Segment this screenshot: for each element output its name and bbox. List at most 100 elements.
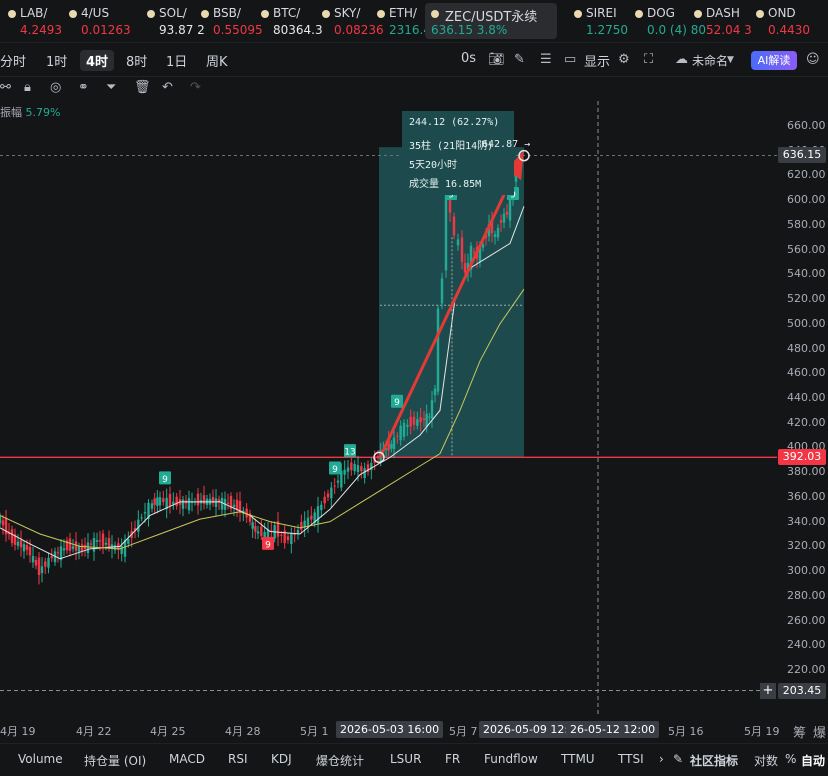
fullscreen-icon[interactable]: ⛶ [644, 52, 653, 67]
coin-icon [377, 10, 385, 18]
indicator-fundflow[interactable]: Fundflow [484, 752, 538, 766]
candle-body [251, 522, 254, 529]
td-count-label: 9 [265, 540, 271, 550]
ticker-item[interactable]: DASH 52.04 3 [694, 3, 752, 39]
auto-scale-toggle[interactable]: 自动 [801, 752, 825, 769]
settings-sliders-icon[interactable]: ☰ [540, 52, 552, 67]
timeframe-tick[interactable]: 分时 [0, 51, 26, 70]
filter-icon[interactable]: ⏷ [106, 80, 116, 95]
candle-body [37, 557, 41, 576]
indicator-macd[interactable]: MACD [169, 752, 205, 766]
candle-body [62, 548, 66, 551]
indicator-volume[interactable]: Volume [18, 752, 63, 766]
indicator-kdj[interactable]: KDJ [271, 752, 292, 766]
timeframe-8h[interactable]: 8时 [126, 51, 147, 70]
y-tick: 440.00 [787, 391, 826, 404]
candle-body [127, 538, 130, 544]
price-axis[interactable]: 660.00640.00620.00600.00580.00560.00540.… [777, 101, 828, 715]
candle-body [472, 251, 476, 253]
trash-icon[interactable]: 🗑︎ [134, 80, 151, 95]
lock-icon[interactable]: 🔒︎ [24, 80, 31, 95]
candle-body [306, 517, 310, 526]
ticker-item[interactable]: BSB/0.55095 [201, 3, 263, 39]
redo-icon[interactable]: ↷ [190, 80, 201, 95]
ai-analysis-button[interactable]: AI解读 [751, 51, 797, 70]
candle-body [452, 216, 456, 236]
candle-body [143, 512, 147, 514]
monitor-icon[interactable]: ▭ [564, 52, 576, 67]
candle-body [226, 502, 230, 504]
y-tick: 560.00 [787, 242, 826, 256]
y-tick: 660.00 [787, 119, 826, 132]
cloud-icon[interactable]: ☁ [675, 52, 688, 67]
layout-name-dropdown[interactable]: 未命名 [692, 52, 728, 69]
ticker-symbol: SIREI [586, 6, 617, 20]
candle-body [300, 521, 303, 530]
candle-body [80, 544, 84, 551]
y-tick: 540.00 [787, 267, 826, 281]
ticker-item[interactable]: LAB/4.2493 [8, 3, 66, 39]
camera-icon[interactable]: 📷︎ [488, 52, 505, 67]
y-tick: 500.00 [787, 316, 826, 330]
ticker-item[interactable]: ZEC/USDT永续 636.15 3.8% [425, 3, 557, 39]
y-tick: 240.00 [787, 638, 826, 652]
community-indicators-button[interactable]: 社区指标 [690, 752, 738, 769]
y-tick: 340.00 [787, 514, 826, 528]
pencil-icon[interactable]: ✎ [514, 52, 525, 67]
ticker-item[interactable]: SKY/0.08236 [322, 3, 384, 39]
coin-icon [69, 10, 77, 18]
eye-icon[interactable]: ◎ [50, 80, 61, 95]
x-tick: 5月 1 [300, 725, 329, 738]
candle-body [360, 466, 363, 472]
ticker-item[interactable]: SIREI 1.2750 [574, 3, 630, 39]
ticker-item[interactable]: DOG 0.0 (4) 80 [635, 3, 706, 39]
indicator-oi[interactable]: 持仓量 (OI) [84, 752, 146, 769]
candle-body [101, 533, 105, 547]
account-icon[interactable]: ☺ [806, 52, 820, 67]
chips-tab[interactable]: 筹 [793, 722, 806, 741]
indicator-ttmu[interactable]: TTMU [561, 752, 595, 766]
candle-body [350, 462, 353, 471]
ticker-item[interactable]: SOL/93.87 2 [147, 3, 205, 39]
td-count-label: 9 [394, 398, 400, 408]
indicator-ttsi[interactable]: TTSI [618, 752, 644, 766]
candle-body [330, 487, 333, 499]
chevron-down-icon[interactable]: ▼ [727, 55, 734, 65]
timeframe-1h[interactable]: 1时 [46, 51, 67, 70]
gear-icon[interactable]: ⚙ [618, 52, 630, 67]
ticker-item[interactable]: BTC/80364.3 [261, 3, 323, 39]
undo-icon[interactable]: ↶ [162, 80, 173, 95]
candle-body [419, 417, 422, 423]
indicator-lsur[interactable]: LSUR [390, 752, 421, 766]
liquidation-tab[interactable]: 爆 [813, 722, 826, 741]
candle-body [98, 540, 102, 542]
edit-icon[interactable]: ✎ [673, 752, 683, 766]
ticker-item[interactable]: ETH/2316.48 [377, 3, 439, 39]
chevron-right-icon[interactable]: › [659, 752, 664, 766]
ticker-item[interactable]: 4/US 0.01263 [69, 3, 143, 39]
candle-body [496, 228, 500, 238]
time-axis[interactable]: 4月 19 4月 22 4月 25 4月 28 5月 1 2026-05-03 … [0, 717, 826, 743]
percent-scale-toggle[interactable]: % [785, 752, 796, 766]
ticker-item[interactable]: OND 0.4430 [756, 3, 816, 39]
candle-body [356, 465, 360, 472]
indicator-rsi[interactable]: RSI [228, 752, 248, 766]
timeframe-4h[interactable]: 4时 [80, 50, 115, 71]
ticker-price: 0.55095 [213, 23, 263, 37]
candlestick-chart[interactable]: 9991399 9 [0, 101, 777, 715]
y-tick: 600.00 [787, 193, 826, 207]
indicator-fr[interactable]: FR [445, 752, 460, 766]
log-scale-toggle[interactable]: 对数 [754, 752, 778, 769]
candle-body [323, 496, 326, 504]
timeframe-1d[interactable]: 1日 [166, 51, 187, 70]
ticker-symbol: 4/US [81, 6, 110, 20]
candle-body [162, 498, 165, 503]
magnet-icon[interactable]: ⚯ [0, 80, 11, 95]
link-icon[interactable]: ⚭ [78, 80, 89, 95]
indicator-liquidation[interactable]: 爆仓统计 [316, 752, 364, 769]
display-button[interactable]: 显示 [584, 51, 610, 70]
add-alert-icon[interactable]: + [760, 683, 776, 699]
candle-body [25, 545, 29, 550]
amplitude-label: 振幅 [0, 106, 22, 119]
timeframe-week[interactable]: 周K [206, 51, 228, 70]
